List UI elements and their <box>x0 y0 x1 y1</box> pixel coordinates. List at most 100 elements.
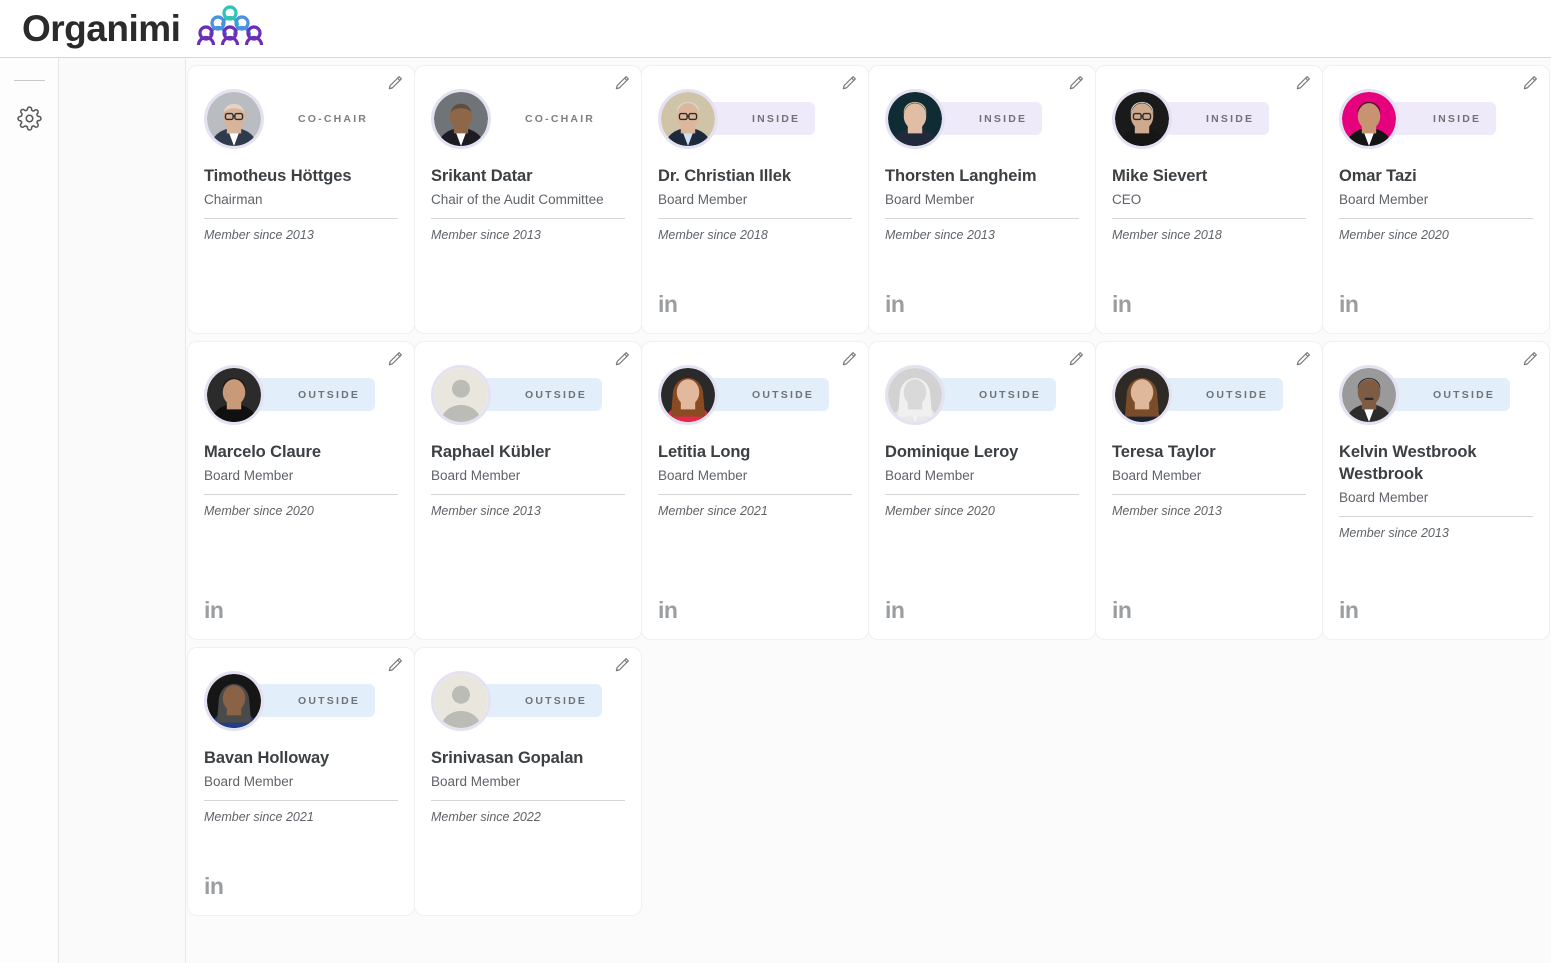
member-card[interactable]: OUTSIDE Srinivasan Gopalan Board Member Mem… <box>415 648 641 915</box>
avatar-row: INSIDE <box>1339 89 1533 155</box>
member-since: Member since 2013 <box>885 228 995 243</box>
member-title: Board Member <box>1112 467 1202 483</box>
member-card[interactable]: INSIDE Mike Sievert CEO Member since 2018 in <box>1096 66 1322 333</box>
member-name: Raphael Kübler <box>431 443 551 461</box>
member-card[interactable]: OUTSIDE Raphael Kübler Board Member Member … <box>415 342 641 639</box>
linkedin-icon[interactable]: in <box>658 293 678 316</box>
member-name: Timotheus Höttges <box>204 167 352 185</box>
member-card[interactable]: CO-CHAIR Srikant Datar Chair of the Audit … <box>415 66 641 333</box>
member-name: Dr. Christian Illek <box>658 167 791 185</box>
member-card[interactable]: CO-CHAIR Timotheus Höttges Chairman Member … <box>188 66 414 333</box>
card-divider <box>658 218 852 220</box>
member-name: Thorsten Langheim <box>885 167 1037 185</box>
member-card-grid: CO-CHAIR Timotheus Höttges Chairman Member … <box>186 58 1551 915</box>
member-title: Board Member <box>431 773 521 789</box>
linkedin-icon[interactable]: in <box>1339 599 1359 622</box>
chart-canvas[interactable]: CO-CHAIR Timotheus Höttges Chairman Member … <box>186 58 1551 963</box>
member-name: Mike Sievert <box>1112 167 1208 185</box>
member-title: Board Member <box>658 467 748 483</box>
avatar-row: OUTSIDE <box>431 671 625 737</box>
member-card[interactable]: OUTSIDE Dominique Leroy Board Member Member… <box>869 342 1095 639</box>
linkedin-icon[interactable]: in <box>658 599 678 622</box>
avatar <box>431 89 491 149</box>
member-since: Member since 2018 <box>1112 228 1222 243</box>
member-card[interactable]: OUTSIDE Teresa Taylor Board Member Member s… <box>1096 342 1322 639</box>
member-since: Member since 2018 <box>658 228 768 243</box>
member-name: Marcelo Claure <box>204 443 321 461</box>
member-title: Board Member <box>204 467 294 483</box>
member-card[interactable]: OUTSIDE Kelvin Westbrook Westbrook Board M… <box>1323 342 1549 639</box>
member-title: Board Member <box>1339 191 1429 207</box>
linkedin-icon[interactable]: in <box>204 599 224 622</box>
card-divider <box>204 218 398 220</box>
member-title: Chair of the Audit Committee <box>431 191 604 207</box>
member-since: Member since 2020 <box>1339 228 1449 243</box>
linkedin-icon[interactable]: in <box>885 599 905 622</box>
avatar <box>204 671 264 731</box>
avatar <box>1339 365 1399 425</box>
linkedin-icon[interactable]: in <box>885 293 905 316</box>
card-divider <box>431 218 625 220</box>
member-name: Dominique Leroy <box>885 443 1019 461</box>
avatar <box>658 365 718 425</box>
member-since: Member since 2022 <box>431 810 541 825</box>
avatar-row: INSIDE <box>885 89 1079 155</box>
member-title: Board Member <box>431 467 521 483</box>
avatar <box>885 365 945 425</box>
card-divider <box>1339 516 1533 518</box>
card-divider <box>885 494 1079 496</box>
avatar-row: CO-CHAIR <box>204 89 398 155</box>
app-header: Organimi <box>0 0 1551 58</box>
brand-name: Organimi <box>22 8 181 49</box>
member-since: Member since 2021 <box>204 810 314 825</box>
member-title: Board Member <box>1339 489 1429 505</box>
member-card[interactable]: OUTSIDE Bavan Holloway Board Member Member … <box>188 648 414 915</box>
member-name: Letitia Long <box>658 443 751 461</box>
gear-icon <box>17 105 42 136</box>
linkedin-icon[interactable]: in <box>204 875 224 898</box>
avatar-row: OUTSIDE <box>885 365 1079 431</box>
member-since: Member since 2013 <box>204 228 314 243</box>
avatar-row: OUTSIDE <box>658 365 852 431</box>
avatar <box>431 365 491 425</box>
avatar-row: INSIDE <box>658 89 852 155</box>
member-title: Board Member <box>885 191 975 207</box>
avatar <box>1112 365 1172 425</box>
member-card[interactable]: INSIDE Thorsten Langheim Board Member Membe… <box>869 66 1095 333</box>
avatar <box>204 365 264 425</box>
member-since: Member since 2021 <box>658 504 768 519</box>
member-name: Teresa Taylor <box>1112 443 1216 461</box>
linkedin-icon[interactable]: in <box>1112 293 1132 316</box>
member-card[interactable]: INSIDE Dr. Christian Illek Board Member Mem… <box>642 66 868 333</box>
member-since: Member since 2013 <box>431 504 541 519</box>
member-title: CEO <box>1112 191 1142 207</box>
avatar <box>204 89 264 149</box>
member-since: Member since 2013 <box>1112 504 1222 519</box>
avatar <box>1339 89 1399 149</box>
avatar-row: INSIDE <box>1112 89 1306 155</box>
avatar <box>431 671 491 731</box>
member-since: Member since 2020 <box>204 504 314 519</box>
member-since: Member since 2013 <box>1339 526 1449 541</box>
linkedin-icon[interactable]: in <box>1112 599 1132 622</box>
member-title: Chairman <box>204 191 263 207</box>
card-divider <box>431 494 625 496</box>
avatar <box>1112 89 1172 149</box>
member-card[interactable]: INSIDE Omar Tazi Board Member Member since … <box>1323 66 1549 333</box>
member-name: Srikant Datar <box>431 167 533 185</box>
card-divider <box>1339 218 1533 220</box>
member-title: Board Member <box>885 467 975 483</box>
member-name: Kelvin Westbrook Westbrook <box>1339 443 1477 483</box>
avatar <box>885 89 945 149</box>
card-divider <box>204 800 398 802</box>
member-card[interactable]: OUTSIDE Letitia Long Board Member Member si… <box>642 342 868 639</box>
member-title: Board Member <box>204 773 294 789</box>
member-card[interactable]: OUTSIDE Marcelo Claure Board Member Member … <box>188 342 414 639</box>
linkedin-icon[interactable]: in <box>1339 293 1359 316</box>
sidebar-item-settings[interactable] <box>15 105 44 136</box>
card-divider <box>431 800 625 802</box>
member-name: Omar Tazi <box>1339 167 1417 185</box>
card-divider <box>1112 218 1306 220</box>
card-divider <box>658 494 852 496</box>
left-rail <box>0 58 59 963</box>
